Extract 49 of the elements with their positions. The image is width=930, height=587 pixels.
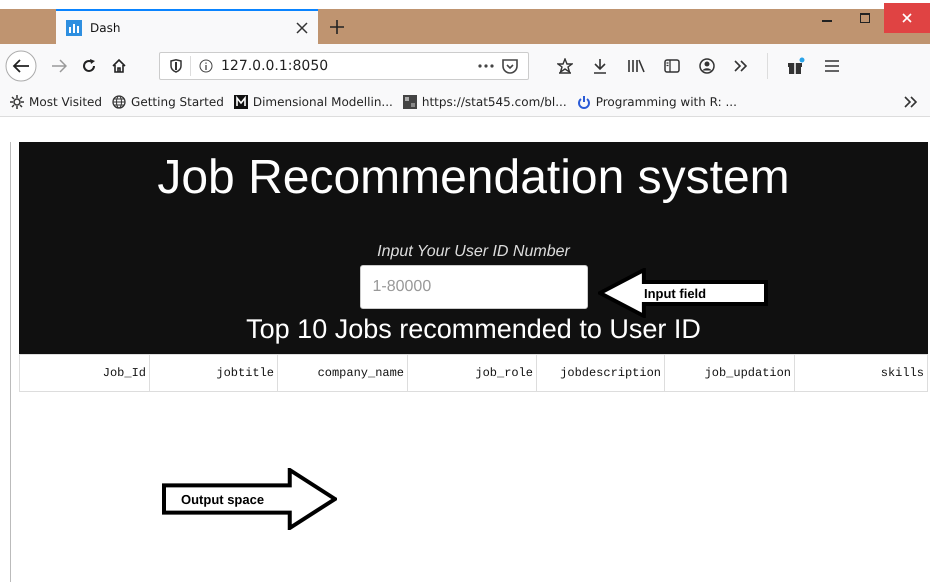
callout-label: Input field: [644, 286, 706, 300]
column-header: job_updation: [665, 355, 795, 391]
close-icon: [902, 12, 912, 22]
column-header: job_role: [408, 355, 537, 391]
globe-icon: [112, 94, 126, 108]
site-tile-icon: [402, 94, 417, 108]
gear-icon: [10, 94, 24, 108]
bookmark[interactable]: Programming with R: ...: [576, 94, 737, 108]
star-icon[interactable]: [557, 58, 573, 74]
gift-icon[interactable]: [787, 56, 805, 74]
browser-tab[interactable]: Dash: [56, 9, 318, 44]
reload-icon[interactable]: [81, 58, 97, 74]
tab-title: Dash: [90, 20, 122, 34]
column-header: jobtitle: [150, 355, 278, 391]
power-icon: [576, 94, 591, 108]
column-header: Job_Id: [20, 355, 150, 391]
bookmark[interactable]: Getting Started: [112, 94, 224, 108]
menu-icon[interactable]: [824, 58, 840, 72]
bookmark[interactable]: https://stat545.com/bl...: [402, 94, 567, 108]
plus-icon[interactable]: [330, 20, 344, 34]
shield-icon: [170, 58, 182, 72]
library-icon[interactable]: [627, 58, 645, 74]
section-heading: Top 10 Jobs recommended to User ID: [246, 313, 701, 346]
page-title: Job Recommendation system: [157, 150, 790, 206]
account-icon[interactable]: [699, 58, 715, 74]
download-icon[interactable]: [592, 58, 608, 74]
column-header: jobdescription: [537, 355, 665, 391]
forward-arrow-icon[interactable]: [51, 58, 67, 72]
maximize-icon[interactable]: [860, 12, 870, 22]
home-icon[interactable]: [111, 58, 127, 74]
close-icon[interactable]: [296, 22, 308, 34]
column-header: company_name: [278, 355, 408, 391]
callout-label: Output space: [181, 492, 264, 506]
letter-tile-icon: [234, 94, 248, 108]
info-icon: [199, 58, 213, 72]
user-id-field[interactable]: 1-80000: [360, 265, 588, 309]
bookmark[interactable]: Dimensional Modellin...: [234, 94, 393, 108]
column-header: skills: [880, 365, 925, 382]
chart-icon: [66, 20, 82, 36]
close-button[interactable]: [884, 2, 930, 32]
input-label: Input Your User ID Number: [377, 243, 570, 261]
chevron-icon[interactable]: [904, 96, 918, 108]
address-bar[interactable]: 127.0.0.1:8050: [159, 52, 529, 80]
more-dots-icon[interactable]: [478, 64, 494, 68]
url-text: 127.0.0.1:8050: [221, 58, 328, 74]
sidebar-icon[interactable]: [664, 58, 680, 72]
pocket-icon[interactable]: [502, 58, 518, 74]
bookmark[interactable]: Most Visited: [10, 94, 102, 108]
chevron-icon[interactable]: [734, 60, 748, 72]
